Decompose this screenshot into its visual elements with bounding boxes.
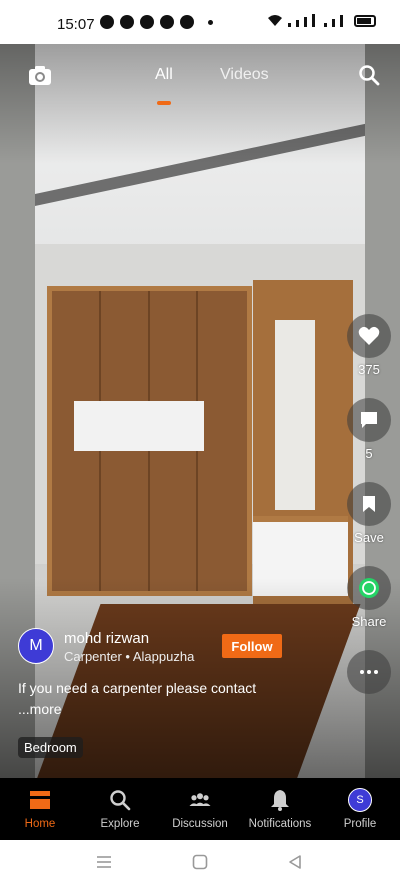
back-icon[interactable] xyxy=(287,854,303,870)
app-icon xyxy=(180,15,194,29)
camera-icon[interactable] xyxy=(28,64,52,86)
nav-discussion[interactable]: Discussion xyxy=(160,778,240,840)
system-nav-bar xyxy=(0,840,400,889)
follow-button[interactable]: Follow xyxy=(222,634,282,658)
tab-all[interactable]: All xyxy=(155,66,173,84)
people-icon xyxy=(189,793,211,806)
comment-count: 5 xyxy=(365,446,373,461)
author-avatar[interactable]: M xyxy=(18,628,54,664)
author-meta: Carpenter • Alappuzha xyxy=(64,649,195,664)
message-icon xyxy=(120,15,134,29)
tab-videos[interactable]: Videos xyxy=(220,66,269,84)
bookmark-icon xyxy=(363,496,375,512)
tab-indicator xyxy=(157,101,171,105)
nav-notifications[interactable]: Notifications xyxy=(240,778,320,840)
heart-icon xyxy=(358,326,380,345)
home-icon xyxy=(30,791,50,809)
author-name[interactable]: mohd rizwan xyxy=(64,630,149,647)
app-icon xyxy=(140,15,154,29)
status-time: 15:07 xyxy=(57,16,95,33)
nav-label: Home xyxy=(24,818,56,830)
share-label: Share xyxy=(351,614,387,629)
system-status-icons xyxy=(267,14,376,27)
whatsapp-icon xyxy=(100,15,114,29)
whatsapp-icon xyxy=(359,578,379,598)
avatar: S xyxy=(348,788,372,812)
save-label: Save xyxy=(354,530,384,545)
signal-icon xyxy=(288,23,291,27)
battery-icon xyxy=(354,15,376,27)
nav-label: Discussion xyxy=(172,818,228,830)
bottom-nav: Home Explore Discussion Notifications S … xyxy=(0,778,400,840)
nav-home[interactable]: Home xyxy=(0,778,80,840)
search-icon xyxy=(110,790,131,811)
wardrobe-image xyxy=(47,286,252,596)
nav-label: Notifications xyxy=(248,818,312,830)
menu-icon[interactable] xyxy=(96,854,112,870)
like-button[interactable]: 375 xyxy=(346,314,392,377)
more-notifications-dot xyxy=(208,19,213,25)
more-icon xyxy=(360,670,378,674)
search-icon[interactable] xyxy=(358,64,380,86)
notification-icons xyxy=(100,15,213,29)
comment-button[interactable]: 5 xyxy=(346,398,392,461)
wifi-icon xyxy=(268,15,282,26)
nav-explore[interactable]: Explore xyxy=(80,778,160,840)
dresser-image xyxy=(253,280,353,620)
bell-icon xyxy=(271,790,289,811)
nav-label: Explore xyxy=(100,818,140,830)
like-count: 375 xyxy=(358,362,380,377)
post-author: M mohd rizwan Carpenter • Alappuzha Foll… xyxy=(18,628,348,668)
nav-profile[interactable]: S Profile xyxy=(320,778,400,840)
signal-icon xyxy=(324,23,327,27)
more-options-button[interactable] xyxy=(346,650,392,698)
app-icon xyxy=(160,15,174,29)
home-square-icon[interactable] xyxy=(192,854,208,870)
post-caption: If you need a carpenter please contact .… xyxy=(18,678,318,720)
tag-chip[interactable]: Bedroom xyxy=(18,737,83,758)
status-bar: 15:07 xyxy=(0,0,400,44)
share-button[interactable]: Share xyxy=(346,566,392,629)
more-link[interactable]: ...more xyxy=(18,699,318,720)
caption-text: If you need a carpenter please contact xyxy=(18,680,257,696)
comment-icon xyxy=(361,412,377,428)
nav-label: Profile xyxy=(343,818,377,830)
save-button[interactable]: Save xyxy=(346,482,392,545)
